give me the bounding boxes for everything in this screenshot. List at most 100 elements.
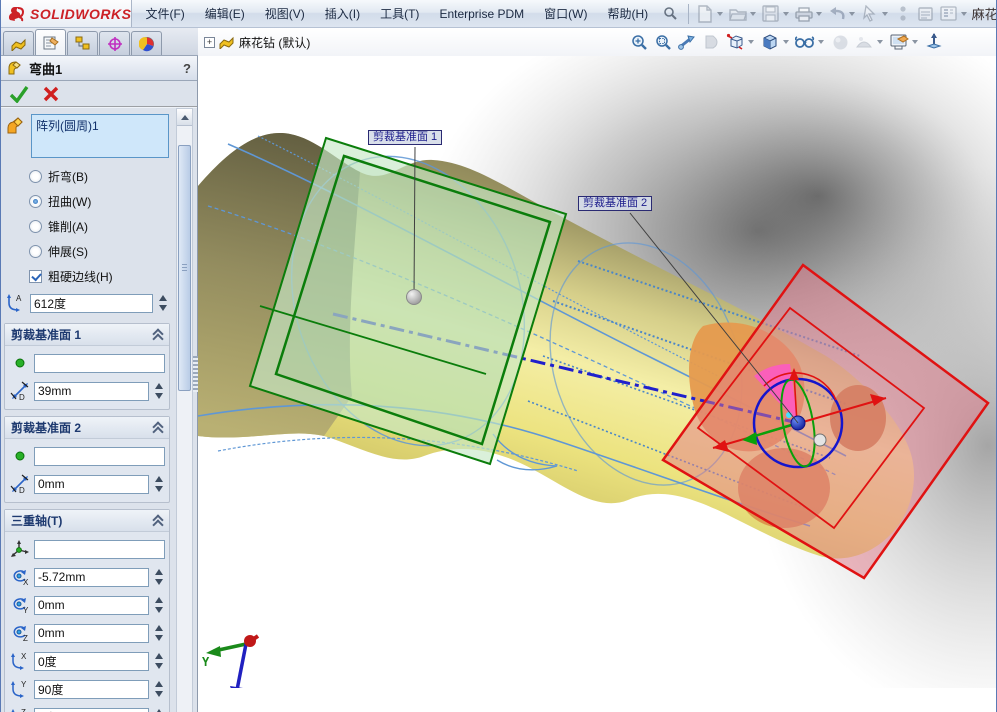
triad-rz-spinner[interactable]: [152, 707, 165, 712]
menu-view[interactable]: 视图(V): [256, 1, 314, 26]
options-dropdown-icon[interactable]: [961, 12, 967, 16]
ok-button[interactable]: [9, 85, 29, 103]
radio-bending[interactable]: 折弯(B): [3, 164, 171, 189]
radio-tapering[interactable]: 锥削(A): [3, 214, 171, 239]
menu-insert[interactable]: 插入(I): [316, 1, 369, 26]
normal-to-icon[interactable]: [923, 31, 945, 53]
twist-angle-input[interactable]: [30, 294, 153, 313]
radio-twisting[interactable]: 扭曲(W): [3, 189, 171, 214]
print-dropdown-icon[interactable]: [816, 12, 822, 16]
radio-icon[interactable]: [29, 220, 42, 233]
undo-icon[interactable]: [826, 3, 848, 25]
plane1-distance-input[interactable]: [34, 382, 149, 401]
section-view-icon[interactable]: [700, 31, 722, 53]
collapse-icon[interactable]: [153, 516, 163, 526]
menu-enterprise-pdm[interactable]: Enterprise PDM: [430, 3, 533, 25]
scrollbar-thumb[interactable]: [178, 145, 191, 391]
apply-scene-icon[interactable]: [853, 31, 875, 53]
triad-ty-input[interactable]: [34, 596, 149, 615]
menu-file[interactable]: 文件(F): [136, 1, 193, 26]
radio-icon[interactable]: [29, 170, 42, 183]
properties-icon[interactable]: [915, 3, 937, 25]
rotate-view-icon[interactable]: [676, 31, 698, 53]
triad-reference-input[interactable]: [34, 540, 165, 559]
angle-icon: A: [5, 292, 27, 314]
hide-show-items-icon[interactable]: [794, 31, 816, 53]
plane2-reference-input[interactable]: [34, 447, 165, 466]
new-document-icon[interactable]: [694, 3, 716, 25]
triad-tx-input[interactable]: [34, 568, 149, 587]
hard-edges-checkbox-row[interactable]: 粗硬边线(H): [3, 264, 171, 289]
menu-window[interactable]: 窗口(W): [535, 1, 596, 26]
view-orientation-dropdown-icon[interactable]: [748, 40, 754, 44]
scroll-up-button[interactable]: [177, 109, 192, 126]
cancel-button[interactable]: [43, 86, 59, 102]
triad-ty-spinner[interactable]: [152, 595, 165, 615]
plane2-distance-spinner[interactable]: [152, 474, 165, 494]
collapse-icon[interactable]: [153, 330, 163, 340]
triad-ry-spinner[interactable]: [152, 679, 165, 699]
trim-plane1-header[interactable]: 剪裁基准面 1: [5, 324, 169, 346]
radio-icon[interactable]: [29, 245, 42, 258]
svg-text:X: X: [23, 578, 29, 586]
plane1-callout[interactable]: 剪裁基准面 1: [368, 130, 442, 145]
triad-rz-input[interactable]: [34, 708, 149, 712]
plane2-callout[interactable]: 剪裁基准面 2: [578, 196, 652, 211]
select-dropdown-icon[interactable]: [882, 12, 888, 16]
zoom-area-icon[interactable]: [652, 31, 674, 53]
apply-scene-dropdown-icon[interactable]: [877, 40, 883, 44]
menu-edit[interactable]: 编辑(E): [196, 1, 254, 26]
tab-appearances[interactable]: [131, 31, 162, 55]
triad-rx-spinner[interactable]: [152, 651, 165, 671]
triad-tz-input[interactable]: [34, 624, 149, 643]
new-dropdown-icon[interactable]: [717, 12, 723, 16]
triad-rx-input[interactable]: [34, 652, 149, 671]
plane1-drag-handle[interactable]: [407, 290, 422, 305]
trim-plane2-header[interactable]: 剪裁基准面 2: [5, 417, 169, 439]
select-cursor-icon[interactable]: [859, 3, 881, 25]
zoom-fit-icon[interactable]: [628, 31, 650, 53]
plane1-distance-spinner[interactable]: [152, 381, 165, 401]
radio-icon-selected[interactable]: [29, 195, 42, 208]
plane1-reference-input[interactable]: [34, 354, 165, 373]
bodies-selection-box[interactable]: 阵列(圆周)1: [31, 114, 169, 158]
radio-stretching[interactable]: 伸展(S): [3, 239, 171, 264]
toggle-icon[interactable]: [892, 3, 914, 25]
tab-dimxpert[interactable]: [99, 31, 130, 55]
tab-property-manager[interactable]: [35, 29, 66, 55]
triad-tz-spinner[interactable]: [152, 623, 165, 643]
menu-help[interactable]: 帮助(H): [598, 1, 657, 26]
view-orientation-icon[interactable]: [724, 31, 746, 53]
save-icon[interactable]: [760, 3, 782, 25]
triad-tx-spinner[interactable]: [152, 567, 165, 587]
options-list-icon[interactable]: [938, 3, 960, 25]
hide-show-dropdown-icon[interactable]: [818, 40, 824, 44]
axis-y-label: Y: [202, 655, 210, 669]
open-icon[interactable]: [727, 3, 749, 25]
view-settings-dropdown-icon[interactable]: [912, 40, 918, 44]
triad-side-handle[interactable]: [814, 434, 826, 446]
feature-tree-root[interactable]: + 麻花钻 (默认): [198, 34, 310, 51]
save-dropdown-icon[interactable]: [783, 12, 789, 16]
angle-spinner[interactable]: [156, 293, 169, 313]
tab-configurations[interactable]: [67, 31, 98, 55]
tree-expander-icon[interactable]: +: [204, 37, 215, 48]
print-icon[interactable]: [793, 3, 815, 25]
menu-tools[interactable]: 工具(T): [371, 1, 428, 26]
display-style-dropdown-icon[interactable]: [783, 40, 789, 44]
undo-dropdown-icon[interactable]: [849, 12, 855, 16]
plane2-distance-input[interactable]: [34, 475, 149, 494]
help-button[interactable]: ?: [183, 61, 191, 76]
triad-header[interactable]: 三重轴(T): [5, 510, 169, 532]
display-style-icon[interactable]: [759, 31, 781, 53]
collapse-icon[interactable]: [153, 423, 163, 433]
panel-scrollbar[interactable]: [176, 108, 193, 712]
triad-ry-input[interactable]: [34, 680, 149, 699]
tab-feature-tree[interactable]: [3, 31, 34, 55]
view-settings-icon[interactable]: [888, 31, 910, 53]
open-dropdown-icon[interactable]: [750, 12, 756, 16]
graphics-viewport[interactable]: Y Z 剪裁基准面 1 剪裁基准面 2: [198, 56, 996, 712]
search-icon[interactable]: [659, 3, 681, 25]
edit-appearance-icon[interactable]: [829, 31, 851, 53]
checkbox-icon[interactable]: [29, 270, 42, 283]
